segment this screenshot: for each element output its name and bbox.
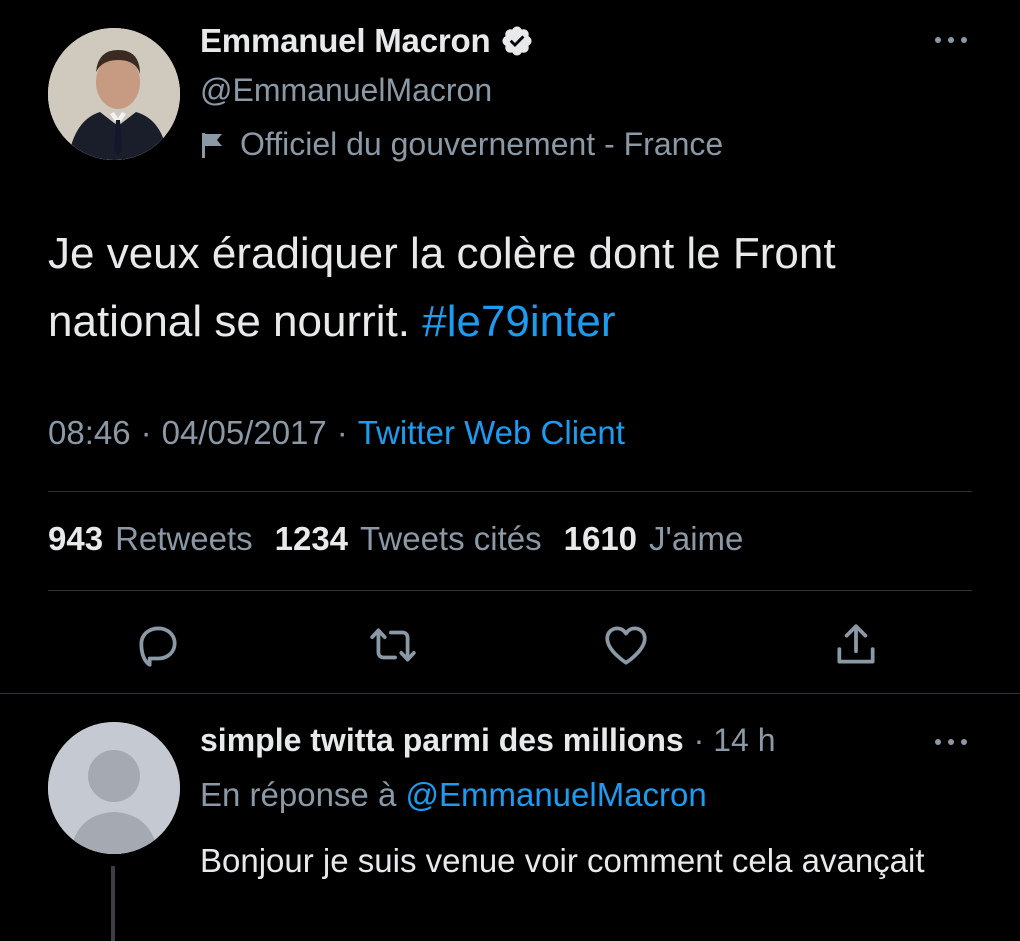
government-label-text: Officiel du gouvernement - France (240, 126, 724, 162)
default-avatar[interactable] (48, 722, 180, 854)
client-link[interactable]: Twitter Web Client (358, 414, 625, 452)
retweets-count: 943 (48, 520, 104, 557)
tweet-detail-page: Emmanuel Macron @EmmanuelMacron Officiel… (0, 0, 1020, 941)
retweets-stat[interactable]: 943 Retweets (48, 520, 253, 558)
reply-text: Bonjour je suis venue voir comment cela … (200, 842, 925, 879)
divider (0, 693, 1020, 694)
avatar-photo (48, 28, 180, 160)
likes-label: J'aime (649, 520, 744, 557)
divider (48, 590, 972, 591)
tweet-date[interactable]: 04/05/2017 (162, 414, 327, 452)
like-icon[interactable] (601, 620, 651, 670)
reply-to-handle[interactable]: @EmmanuelMacron (405, 776, 706, 813)
more-options-icon[interactable] (932, 732, 970, 752)
default-avatar-icon (48, 722, 180, 854)
reply-icon[interactable] (133, 620, 183, 670)
reply-to-label: En réponse à (200, 776, 397, 813)
quotes-stat[interactable]: 1234 Tweets cités (275, 520, 542, 558)
quotes-count: 1234 (274, 520, 349, 557)
government-label: Officiel du gouvernement - France (200, 126, 723, 163)
verified-badge-icon (500, 24, 534, 58)
reply-time[interactable]: · 14 h (694, 722, 776, 759)
hashtag-link[interactable]: #le79inter (422, 297, 615, 346)
retweet-icon[interactable] (368, 620, 418, 670)
reply-author-name[interactable]: simple twitta parmi des millions (200, 722, 684, 759)
likes-stat[interactable]: 1610 J'aime (564, 520, 744, 558)
author-display-name[interactable]: Emmanuel Macron (200, 22, 491, 60)
author-avatar[interactable] (48, 28, 180, 160)
divider (48, 491, 972, 492)
author-handle[interactable]: @EmmanuelMacron (200, 72, 492, 109)
tweet-meta: 08:46 · 04/05/2017 · Twitter Web Client (48, 414, 625, 452)
author-name-row: Emmanuel Macron (200, 22, 534, 60)
reply-header: simple twitta parmi des millions · 14 h (200, 722, 776, 759)
more-options-icon[interactable] (932, 30, 970, 50)
thread-line (111, 866, 115, 941)
retweets-label: Retweets (115, 520, 253, 557)
meta-separator: · (336, 414, 348, 451)
reply-to-line: En réponse à @EmmanuelMacron (200, 776, 707, 814)
share-icon[interactable] (831, 620, 881, 670)
likes-count: 1610 (563, 520, 638, 557)
quotes-label: Tweets cités (360, 520, 542, 557)
tweet-stats: 943 Retweets 1234 Tweets cités 1610 J'ai… (48, 520, 765, 558)
meta-separator: · (140, 414, 152, 451)
tweet-time: 08:46 (48, 414, 131, 451)
tweet-text: Je veux éradiquer la colère dont le Fron… (48, 220, 988, 356)
flag-icon (200, 130, 226, 160)
